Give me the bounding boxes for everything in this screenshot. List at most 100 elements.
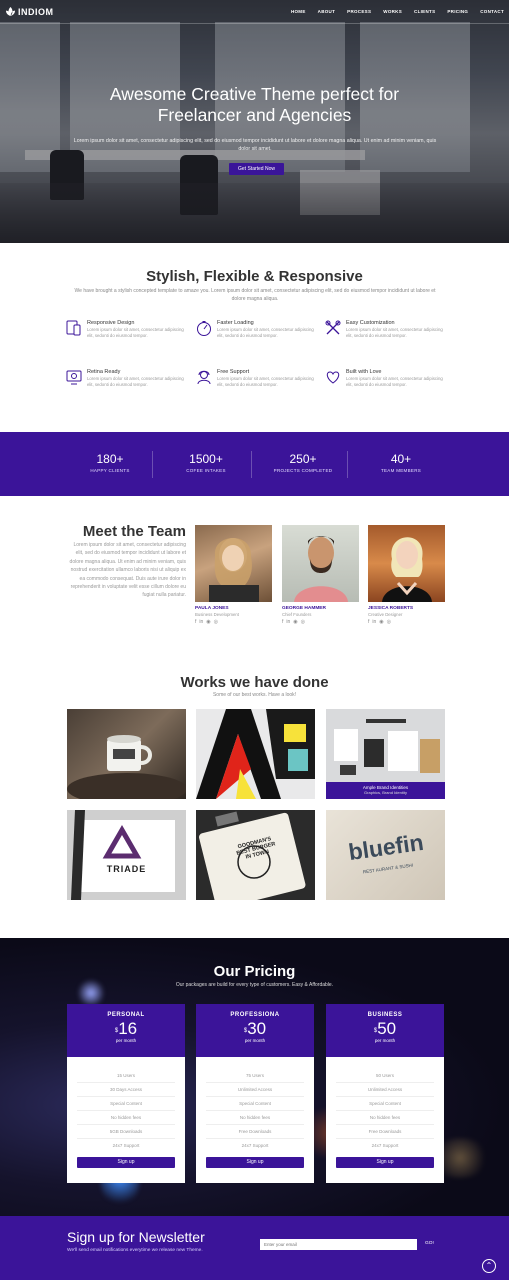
signup-button[interactable]: Sign up [336,1157,434,1168]
facebook-icon[interactable]: f [195,619,196,625]
plan-period: per month [244,1038,266,1043]
social-links: f in ◉ ◎ [368,619,445,625]
plan-feature: 24x7 Support [371,1143,399,1148]
plan-name: PERSONAL [107,1012,145,1018]
newsletter-text: We'll send email notifications everytime… [67,1248,203,1253]
github-icon[interactable]: ◉ [379,619,383,625]
nav-item-contact[interactable]: CONTACT [480,9,504,14]
work-item[interactable] [196,709,315,799]
plan-feature: No hidden fees [77,1111,175,1125]
price-value: 16 [118,1019,138,1038]
person-image [209,538,259,602]
hero-title-line2: Freelancer and Agencies [157,105,352,125]
pricing-card-personal: PERSONAL $16 per month 15 Users 30 Days … [67,1004,185,1183]
github-icon[interactable]: ◉ [206,619,210,625]
work-item[interactable]: bluefin REST AURANT & SUSHI [326,810,445,900]
dribbble-icon[interactable]: ◎ [301,619,305,625]
responsive-icon [66,320,81,336]
currency-symbol: $ [114,1028,119,1034]
plan-period: per month [374,1038,396,1043]
feature-text: Lorem ipsum dolor sit amet, consectetur … [217,327,314,339]
pricing-card-professional: PROFESSIONA $30 per month 75 Users Unlim… [196,1004,314,1183]
brand-logo[interactable]: INDIOM [6,7,54,17]
newsletter-title: Sign up for Newsletter [67,1229,205,1245]
nav-menu: HOME ABOUT PROCESS WORKS CLIENTS PRICING… [291,9,504,14]
features-subtitle: We have brought a stylish concepted temp… [74,288,436,302]
ab-letters-image [196,709,315,799]
currency-symbol: $ [243,1028,248,1034]
feature-text: Lorem ipsum dolor sit amet, consectetur … [346,327,443,339]
works-subtitle: Some of our best works. Have a look! [212,692,297,698]
facebook-icon[interactable]: f [368,619,369,625]
dribbble-icon[interactable]: ◎ [214,619,218,625]
subscribe-button[interactable]: GO! [425,1241,434,1246]
github-icon[interactable]: ◉ [293,619,297,625]
works-title: Works we have done [180,674,329,691]
heart-icon [326,371,340,384]
signup-button[interactable]: Sign up [206,1157,304,1168]
team-title: Meet the Team [82,523,186,540]
hero-section: INDIOM HOME ABOUT PROCESS WORKS CLIENTS … [0,0,509,243]
facebook-icon[interactable]: f [282,619,283,625]
tools-icon [325,320,341,335]
plan-feature: No hidden fees [336,1111,434,1125]
feature-text: Lorem ipsum dolor sit amet, consectetur … [346,376,443,388]
price-value: 50 [377,1019,397,1038]
feature-title: Faster Loading [217,320,254,326]
nav-item-about[interactable]: ABOUT [318,9,336,14]
work-caption-sub: Graphics, Brand Identity [364,790,407,795]
person-image [294,536,348,602]
pricing-subtitle: Our packages are build for every type of… [175,982,334,988]
plan-feature: Special Content [77,1097,175,1111]
work-item[interactable]: TRIADE [67,810,186,900]
features-title: Stylish, Flexible & Responsive [146,268,363,285]
plan-feature: Special Content [206,1097,304,1111]
work-item[interactable]: Ample Brand Identities Graphics, Brand I… [326,709,445,799]
stat-item: 250+ PROJECTS COMPLETED [255,452,351,473]
work-item[interactable]: GOODMAN'S BEST BURGER IN TOWN [196,810,315,900]
stat-label: PROJECTS COMPLETED [273,468,333,473]
stats-section: 180+ HAPPY CLIENTS 1500+ COFEE INTAKES 2… [0,432,509,496]
nav-item-works[interactable]: WORKS [383,9,402,14]
pricing-header: PERSONAL $16 per month [67,1004,185,1057]
hero-title-line1: Awesome Creative Theme perfect for [109,84,400,104]
divider [251,451,252,478]
linkedin-icon[interactable]: in [199,619,203,625]
brand-name: INDIOM [18,6,54,17]
plan-period: per month [115,1038,137,1043]
social-links: f in ◉ ◎ [195,619,272,625]
feature-title: Easy Customization [346,320,395,326]
plan-feature: No hidden fees [206,1111,304,1125]
plan-feature: Special Content [336,1097,434,1111]
team-member: GEORGE HAMMER Chief Founders f in ◉ ◎ [282,525,359,625]
plan-feature: 24x7 Support [112,1143,140,1148]
linkedin-icon[interactable]: in [372,619,376,625]
linkedin-icon[interactable]: in [286,619,290,625]
work-item[interactable] [67,709,186,799]
nav-item-process[interactable]: PROCESS [347,9,371,14]
social-links: f in ◉ ◎ [282,619,359,625]
nav-item-clients[interactable]: CLIENTS [414,9,435,14]
get-started-button[interactable]: Get Started Now [229,163,284,175]
stat-number: 1500+ [189,452,223,466]
team-text: Lorem ipsum dolor sit amet, consectetur … [69,542,186,599]
scroll-to-top-button[interactable]: ⌃ [482,1259,496,1273]
member-photo [282,525,359,602]
dribbble-icon[interactable]: ◎ [387,619,391,625]
plan-price: $16 [67,1019,185,1038]
email-input[interactable] [260,1239,417,1250]
plan-feature: 50 Users [336,1069,434,1083]
signup-button[interactable]: Sign up [77,1157,175,1168]
stat-number: 250+ [289,452,317,466]
feature-title: Responsive Design [87,320,135,326]
nav-item-pricing[interactable]: PRICING [447,9,468,14]
stat-item: 180+ HAPPY CLIENTS [62,452,158,473]
member-photo [368,525,445,602]
pricing-title: Our Pricing [213,963,296,980]
member-name: GEORGE HAMMER [282,606,326,611]
nav-item-home[interactable]: HOME [291,9,306,14]
member-name: JESSICA ROBERTS [368,606,414,611]
feature-title: Retina Ready [87,369,121,375]
member-role: Business Development [195,612,239,617]
pricing-header: PROFESSIONA $30 per month [196,1004,314,1057]
